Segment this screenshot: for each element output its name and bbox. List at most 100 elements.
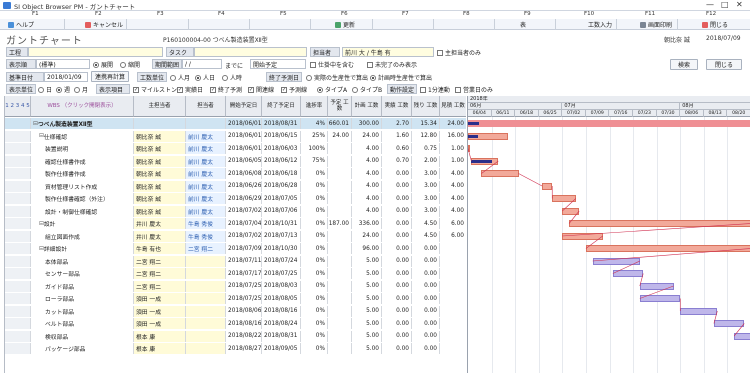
table-row[interactable]: ガイド部品 二宮 翔二 2018/07/25 2018/08/03 0% 5.00 0.00…: [5, 280, 466, 292]
process-input[interactable]: [28, 47, 163, 57]
wbs-name-cell[interactable]: ⊟ 仕様確認: [31, 130, 134, 142]
update-button[interactable]: 更新: [335, 20, 355, 29]
actual-work-text: 0.00: [396, 333, 409, 339]
wbs-name-cell[interactable]: パッケージ部品: [31, 343, 134, 354]
table-button[interactable]: 表: [520, 20, 526, 29]
main-person-cell: 井川 慶太: [134, 230, 186, 242]
plan-work-cell: [328, 343, 352, 354]
wbs-name-cell[interactable]: ローラ部品: [31, 293, 134, 304]
wbs-header[interactable]: WBS （クリック開閉表示）: [31, 96, 134, 117]
quote-work-text: 4.00: [451, 170, 464, 177]
milestone-checkbox[interactable]: マイルストン: [133, 85, 177, 94]
quote-work-text: 24.00: [447, 120, 464, 127]
wbs-name-cell[interactable]: ガイド部品: [31, 280, 134, 292]
printer-icon: [640, 21, 646, 28]
disp-week-radio[interactable]: 週: [56, 85, 70, 94]
not-started-input[interactable]: 開始予定: [250, 59, 306, 69]
task-input[interactable]: [194, 47, 307, 57]
wbs-name-cell[interactable]: 製作仕様書作成: [31, 168, 134, 179]
end-forecast-checkbox[interactable]: 終了予測: [210, 85, 242, 94]
person-cell: 前川 慶太: [186, 180, 226, 192]
close-button[interactable]: 閉じる: [702, 20, 728, 29]
close-filter-button[interactable]: 閉じる: [706, 59, 742, 70]
maximize-button[interactable]: □: [721, 0, 729, 9]
wbs-name-cell[interactable]: センサー部品: [31, 268, 134, 279]
progress-cell: 25%: [301, 130, 328, 142]
print-label: 画面印刷: [648, 22, 673, 29]
wbs-name-cell[interactable]: ベルト部品: [31, 318, 134, 329]
wbs-name-cell[interactable]: 本体部品: [31, 255, 134, 267]
start-date-text: 2018/06/01: [228, 133, 262, 139]
unit-day-radio[interactable]: 人日: [195, 73, 215, 82]
table-row[interactable]: 資材管理リスト作成 朝比奈 誠 前川 慶太 2018/06/26 2018/06/28 0…: [5, 180, 466, 192]
wbs-name-cell[interactable]: 設計・制御仕様確認: [31, 205, 134, 217]
wbs-name-cell[interactable]: ⊟ 詳細設計: [31, 243, 134, 254]
wbs-name-cell[interactable]: ⊟ つべん製造装置XⅡ型: [31, 118, 134, 129]
end-date-cell: 2018/08/31: [262, 118, 301, 129]
remain-work-cell: 2.00: [412, 155, 440, 167]
plan-work-cell: [328, 330, 352, 342]
search-button[interactable]: 検索: [670, 59, 698, 70]
in-progress-checkbox[interactable]: 仕掛中を含む: [310, 60, 354, 69]
table-row[interactable]: ⊟ つべん製造装置XⅡ型 2018/06/01 2018/08/31 4% 660.01…: [5, 118, 466, 129]
help-button[interactable]: ヘルプ: [8, 20, 34, 29]
table-row[interactable]: 検収部品 根本 康 2018/08/22 2018/08/31 0% 5.00 0.00 0.…: [5, 330, 466, 342]
disp-day-radio[interactable]: 日: [38, 85, 52, 94]
related-line-checkbox[interactable]: 関連線: [248, 85, 274, 94]
table-row[interactable]: ローラ部品 須田 一成 2018/07/25 2018/08/05 0% 5.00 0.00…: [5, 293, 466, 304]
table-row[interactable]: 製作仕様書確認（外注） 朝比奈 誠 前川 慶太 2018/06/29 2018/07/0…: [5, 193, 466, 204]
link-checkbox[interactable]: 1分連動: [420, 85, 450, 94]
disp-month-radio[interactable]: 月: [74, 85, 88, 94]
table-row[interactable]: 本体部品 二宮 翔二 2018/07/11 2018/07/24 0% 5.00 0.00 0…: [5, 255, 466, 267]
end-date-text: 2018/07/13: [264, 233, 298, 239]
recalc-button[interactable]: 連携再計算: [91, 71, 129, 82]
minimize-button[interactable]: —: [706, 0, 714, 9]
table-row[interactable]: ベルト部品 須田 一成 2018/08/16 2018/08/24 0% 5.00 0.00…: [5, 318, 466, 329]
table-row[interactable]: 設計・制御仕様確認 朝比奈 誠 前川 慶太 2018/07/02 2018/07/06 0…: [5, 205, 466, 217]
type-b-radio[interactable]: タイプB: [352, 85, 382, 94]
table-row[interactable]: パッケージ部品 根本 康 2018/08/27 2018/09/05 0% 5.00 0.0…: [5, 343, 466, 354]
table-row[interactable]: センサー部品 二宮 翔二 2018/07/17 2018/07/25 0% 5.00 0.0…: [5, 268, 466, 279]
wbs-name-cell[interactable]: カット部品: [31, 305, 134, 317]
wbs-name-cell[interactable]: 確認仕様書作成: [31, 155, 134, 167]
expand-radio[interactable]: 展開: [93, 60, 113, 69]
period-input[interactable]: / /: [182, 59, 222, 69]
collapse-radio[interactable]: 縮開: [120, 60, 140, 69]
wbs-name-cell[interactable]: 資材管理リスト作成: [31, 180, 134, 192]
type-a-radio[interactable]: タイプA: [317, 85, 347, 94]
unit-month-radio[interactable]: 人月: [170, 73, 190, 82]
work-input-button[interactable]: 工数入力: [588, 20, 612, 29]
table-row[interactable]: 製作仕様書作成 朝比奈 誠 前川 慶太 2018/06/08 2018/06/18 0% 4…: [5, 168, 466, 179]
wbs-name-cell[interactable]: 組立図面作成: [31, 230, 134, 242]
table-row[interactable]: 組立図面作成 井川 慶太 牛島 秀俊 2018/07/02 2018/07/13 0% 24…: [5, 230, 466, 242]
end-actual-radio[interactable]: 実際の生産性で算出: [306, 73, 368, 82]
wbs-name-cell[interactable]: 装置説明: [31, 143, 134, 154]
cancel-button[interactable]: キャンセル: [85, 20, 123, 29]
forecast-line-checkbox[interactable]: 予測線: [281, 85, 307, 94]
table-row[interactable]: ⊟ 仕様確認 朝比奈 誠 前川 慶太 2018/06/01 2018/06/15 25% 2…: [5, 130, 466, 142]
not-done-checkbox[interactable]: 未完了のみ表示: [367, 60, 417, 69]
table-row[interactable]: 確認仕様書作成 朝比奈 誠 前川 慶太 2018/06/05 2018/06/12 75%…: [5, 155, 466, 167]
table-row[interactable]: ⊟ 設計 井川 慶太 牛島 秀俊 2018/07/04 2018/10/31 0% 187.…: [5, 218, 466, 229]
remain-work-cell: 0.00: [412, 268, 440, 279]
print-button[interactable]: 画面印刷: [640, 20, 672, 29]
display-order-select[interactable]: (標準): [36, 59, 90, 69]
wbs-name-cell[interactable]: ⊟ 設計: [31, 218, 134, 229]
table-row[interactable]: カット部品 須田 一成 2018/08/06 2018/08/16 0% 5.00 0.00…: [5, 305, 466, 317]
only-main-checkbox[interactable]: 主担当者のみ: [437, 48, 481, 57]
table-row[interactable]: ⊟ 詳細設計 牛島 有也 二宮 翔二 2018/07/09 2018/10/30 0% 96…: [5, 243, 466, 254]
holiday-checkbox[interactable]: 営業日のみ: [455, 85, 493, 94]
level-header[interactable]: 1 2 3 4 5: [5, 96, 31, 117]
unit-hour-radio[interactable]: 人時: [222, 73, 242, 82]
fkey-label: F7: [402, 11, 409, 17]
row-marker-cell: [5, 318, 31, 329]
close-window-button[interactable]: ✕: [736, 0, 743, 9]
base-date-input[interactable]: 2018/01/09: [44, 72, 88, 82]
wbs-name-cell[interactable]: 検収部品: [31, 330, 134, 342]
person-input[interactable]: 前川 大 / 牛島 有: [342, 47, 434, 57]
wbs-name-cell[interactable]: 製作仕様書確認（外注）: [31, 193, 134, 204]
end-plan-radio[interactable]: 計画時生産性で算出: [370, 73, 432, 82]
end-date-cell: 2018/07/24: [262, 255, 301, 267]
table-row[interactable]: 装置説明 朝比奈 誠 前川 慶太 2018/06/01 2018/06/03 100% 4.…: [5, 143, 466, 154]
actual-checkbox[interactable]: 実績日: [177, 85, 203, 94]
